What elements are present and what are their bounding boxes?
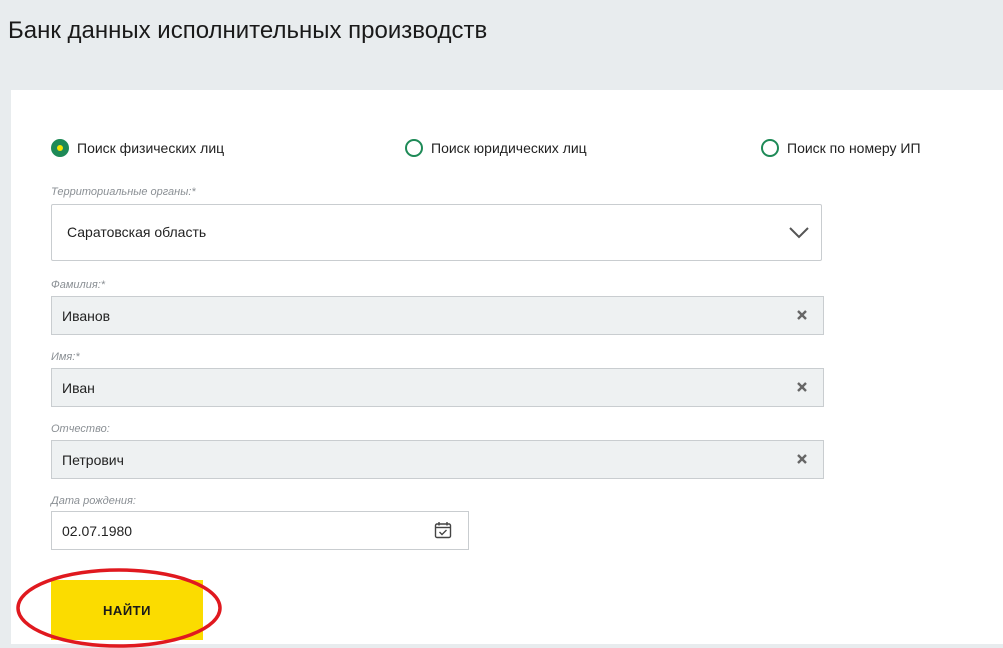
- first-name-field: [51, 368, 824, 407]
- region-select-value: Саратовская область: [67, 224, 207, 240]
- birth-date-label: Дата рождения:: [51, 495, 136, 507]
- region-select[interactable]: Саратовская область: [51, 204, 822, 261]
- last-name-field: [51, 296, 824, 335]
- find-button[interactable]: НАЙТИ: [51, 580, 203, 640]
- calendar-icon[interactable]: [434, 521, 452, 539]
- close-icon[interactable]: [795, 452, 809, 466]
- region-label: Территориальные органы:*: [51, 186, 196, 198]
- birth-date-field: [51, 511, 469, 550]
- radio-individuals[interactable]: Поиск физических лиц: [51, 137, 224, 159]
- radio-legal-entities[interactable]: Поиск юридических лиц: [405, 137, 587, 159]
- close-icon[interactable]: [795, 308, 809, 322]
- search-form-card: [11, 90, 1003, 644]
- radio-individuals-label: Поиск физических лиц: [77, 140, 225, 156]
- radio-ip-number[interactable]: Поиск по номеру ИП: [761, 137, 921, 159]
- radio-legal-entities-label: Поиск юридических лиц: [431, 140, 587, 156]
- last-name-input[interactable]: [62, 297, 782, 334]
- patronymic-label: Отчество:: [51, 423, 110, 435]
- page-title: Банк данных исполнительных производств: [8, 17, 488, 45]
- radio-unchecked-icon: [761, 139, 779, 157]
- radio-checked-icon: [51, 139, 69, 157]
- first-name-input[interactable]: [62, 369, 782, 406]
- last-name-label: Фамилия:*: [51, 279, 106, 291]
- close-icon[interactable]: [795, 380, 809, 394]
- patronymic-field: [51, 440, 824, 479]
- search-type-radio-group: Поиск физических лиц Поиск юридических л…: [0, 137, 1003, 159]
- radio-unchecked-icon: [405, 139, 423, 157]
- patronymic-input[interactable]: [62, 441, 782, 478]
- chevron-down-icon: [789, 227, 809, 239]
- radio-ip-number-label: Поиск по номеру ИП: [787, 140, 921, 156]
- birth-date-input[interactable]: [62, 512, 422, 549]
- first-name-label: Имя:*: [51, 351, 80, 363]
